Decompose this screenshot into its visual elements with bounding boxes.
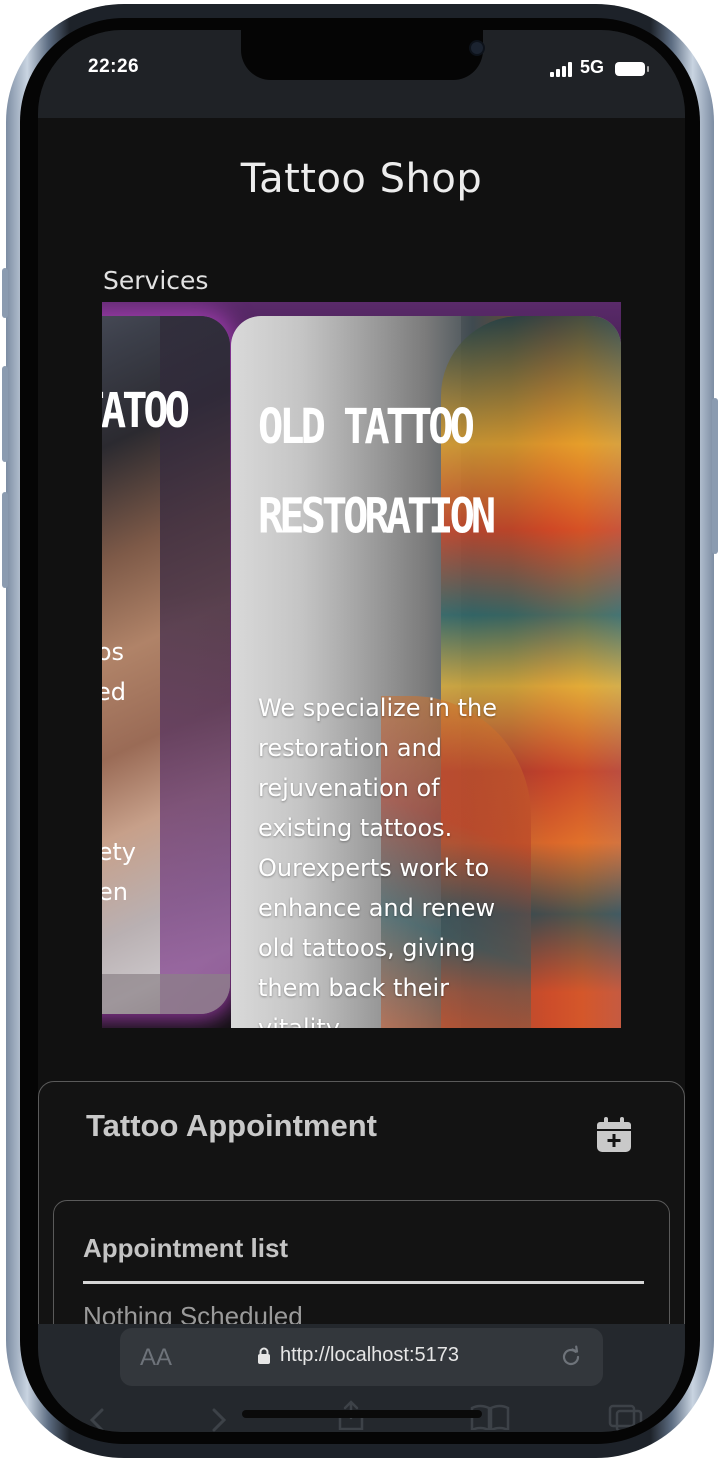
- add-appointment-button[interactable]: [595, 1116, 633, 1154]
- notch: [241, 30, 485, 80]
- page-title: Tattoo Shop: [240, 156, 483, 202]
- service-card-text-fragment: os: [102, 638, 124, 666]
- appointment-list: Appointment list Nothing Scheduled: [53, 1200, 670, 1344]
- appointment-panel: Tattoo Appointment Appointment list Noth…: [38, 1081, 685, 1344]
- service-card-previous[interactable]: TATOO os ed ety en: [102, 316, 230, 1014]
- web-page[interactable]: Tattoo Shop Services TATOO os ed ety en …: [38, 118, 685, 1344]
- service-card-text-fragment: ety: [102, 838, 136, 866]
- battery-icon: [615, 62, 649, 76]
- volume-up-button: [2, 366, 8, 462]
- signal-strength-icon: [550, 61, 574, 77]
- services-carousel[interactable]: TATOO os ed ety en OLD TATTOO RESTORATIO…: [102, 302, 621, 1028]
- status-time: 22:26: [88, 56, 140, 77]
- service-card-title: TATOO: [102, 382, 190, 439]
- service-card-title: OLD TATTOO RESTORATION: [258, 398, 496, 545]
- service-card-active[interactable]: OLD TATTOO RESTORATION We specialize in …: [231, 316, 621, 1028]
- appointment-title: Tattoo Appointment: [86, 1108, 377, 1143]
- appointment-list-title: Appointment list: [83, 1233, 289, 1263]
- divider: [83, 1281, 644, 1284]
- address-bar[interactable]: AA http://localhost:5173: [120, 1328, 603, 1386]
- back-icon[interactable]: [88, 1408, 108, 1432]
- reload-icon[interactable]: [557, 1343, 585, 1371]
- status-bar: 22:26 5G: [38, 30, 685, 118]
- tabs-icon[interactable]: [608, 1404, 644, 1432]
- power-button: [712, 398, 718, 554]
- calendar-plus-icon: [597, 1117, 631, 1152]
- url-text: http://localhost:5173: [280, 1344, 460, 1366]
- screen: 22:26 5G Tattoo Shop Services TATOO os e…: [38, 30, 685, 1432]
- service-card-text-fragment: en: [102, 878, 128, 906]
- services-heading: Services: [103, 266, 209, 295]
- forward-icon[interactable]: [208, 1408, 228, 1432]
- home-indicator: [242, 1410, 482, 1418]
- lock-icon: [258, 1347, 270, 1364]
- mute-switch: [2, 268, 8, 318]
- service-card-text-fragment: ed: [102, 678, 126, 706]
- network-type: 5G: [580, 57, 605, 77]
- text-size-button[interactable]: AA: [140, 1344, 172, 1372]
- front-camera-icon: [469, 40, 485, 56]
- volume-down-button: [2, 492, 8, 588]
- service-card-description: We specialize in the restoration and rej…: [258, 694, 498, 1028]
